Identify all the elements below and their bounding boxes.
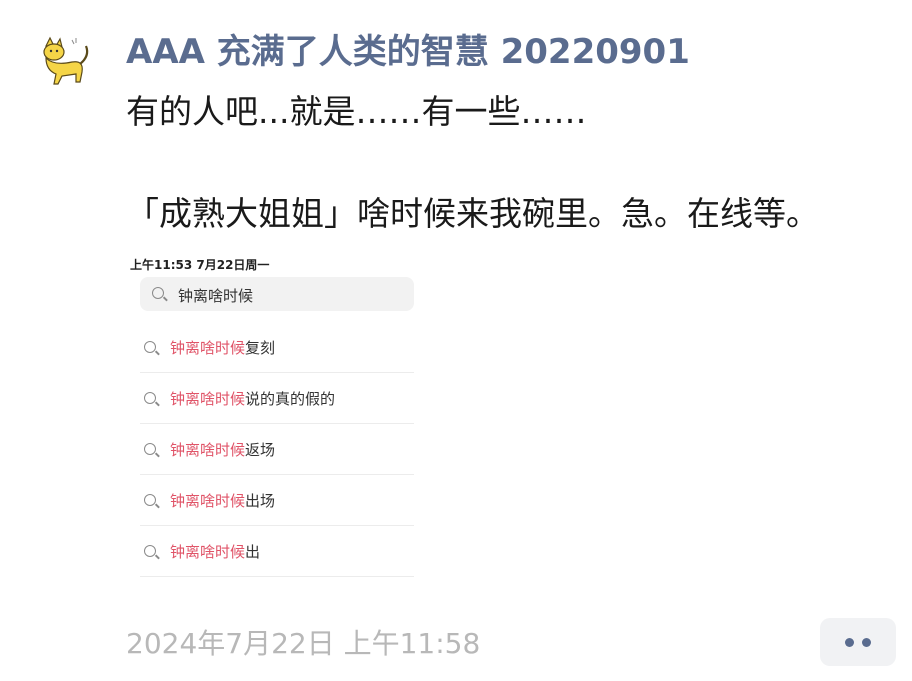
search-icon: [144, 341, 156, 353]
search-icon: [144, 494, 156, 506]
search-icon: [144, 443, 156, 455]
suggestion-item: 钟离啥时候复刻: [140, 321, 414, 373]
suggestion-highlight: 钟离啥时候: [170, 492, 246, 510]
more-options-button[interactable]: [820, 618, 896, 666]
suggestion-rest: 出: [245, 543, 261, 561]
suggestion-item: 钟离啥时候出: [140, 525, 414, 577]
search-icon: [144, 392, 156, 404]
suggestion-item: 钟离啥时候出场: [140, 474, 414, 526]
author-name[interactable]: AAA 充满了人类的智慧 20220901: [126, 28, 690, 76]
search-icon: [152, 287, 164, 299]
more-dots-icon: [845, 638, 854, 647]
screenshot-search-text: 钟离啥时候: [178, 287, 254, 305]
suggestion-rest: 说的真的假的: [245, 390, 336, 408]
suggestion-highlight: 钟离啥时候: [170, 339, 246, 357]
suggestion-rest: 出场: [245, 492, 276, 510]
attached-screenshot[interactable]: 上午11:53 7月22日周一 钟离啥时候 钟离啥时候复刻 钟离啥时候说的真的假…: [126, 250, 416, 580]
post-timestamp: 2024年7月22日 上午11:58: [126, 627, 481, 660]
post-text-line: 「成熟大姐姐」啥时候来我碗里。急。在线等。: [126, 194, 819, 233]
suggestion-highlight: 钟离啥时候: [170, 390, 246, 408]
more-dots-icon: [862, 638, 871, 647]
cat-icon: [43, 36, 89, 85]
suggestion-rest: 返场: [245, 441, 276, 459]
avatar[interactable]: [32, 36, 92, 92]
screenshot-status-bar: 上午11:53 7月22日周一: [130, 258, 270, 272]
suggestion-highlight: 钟离啥时候: [170, 543, 246, 561]
suggestion-item: 钟离啥时候说的真的假的: [140, 372, 414, 424]
suggestion-highlight: 钟离啥时候: [170, 441, 246, 459]
suggestion-item: 钟离啥时候返场: [140, 423, 414, 475]
suggestion-rest: 复刻: [245, 339, 276, 357]
post-text-line: 有的人吧...就是……有一些……: [126, 92, 587, 131]
search-icon: [144, 545, 156, 557]
screenshot-search-box: 钟离啥时候: [140, 277, 414, 311]
